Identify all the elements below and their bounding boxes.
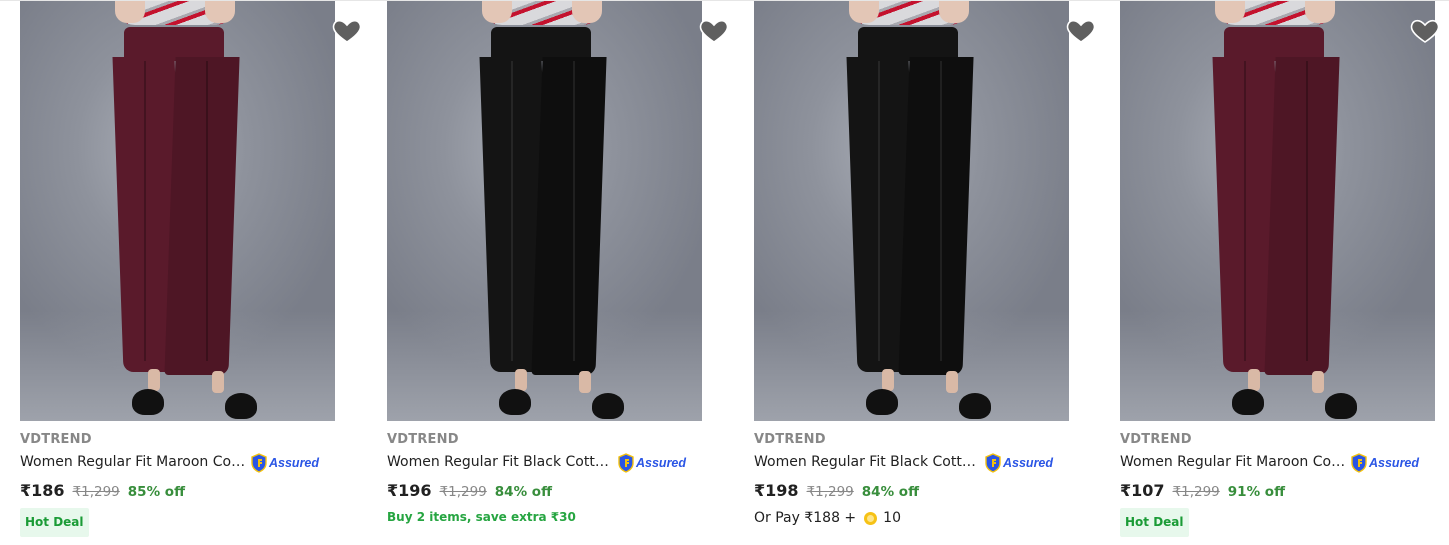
product-brand: VDTREND	[387, 432, 459, 447]
product-image[interactable]	[20, 1, 335, 421]
hot-deal-badge: Hot Deal	[1120, 508, 1189, 537]
shield-icon	[1351, 453, 1367, 473]
product-title[interactable]: Women Regular Fit Black Cotton Blend Tro…	[754, 454, 980, 470]
assured-badge: Assured	[1350, 452, 1419, 474]
assured-badge: Assured	[984, 452, 1053, 474]
trousers-illustration	[1212, 27, 1348, 375]
assured-label: Assured	[636, 456, 687, 470]
product-title[interactable]: Women Regular Fit Maroon Cotton Blend Tr…	[20, 454, 246, 470]
selling-price: ₹186	[20, 481, 65, 500]
product-brand: VDTREND	[1120, 432, 1192, 447]
wishlist-heart-icon[interactable]	[698, 14, 730, 46]
discount-percent: 84% off	[861, 484, 920, 500]
product-title-row: Women Regular Fit Maroon Cotton Blend Tr…	[1120, 452, 1449, 474]
product-title[interactable]: Women Regular Fit Black Cotton Blend Tro…	[387, 454, 613, 470]
product-title-row: Women Regular Fit Maroon Cotton Blend Tr…	[20, 452, 360, 474]
price-row: ₹196 ₹1,299 84% off	[387, 481, 552, 501]
product-title-row: Women Regular Fit Black Cotton Blend Tro…	[754, 452, 1094, 474]
product-card[interactable]: VDTREND Women Regular Fit Maroon Cotton …	[20, 0, 363, 545]
trousers-illustration	[112, 27, 248, 375]
wishlist-heart-icon[interactable]	[1409, 14, 1441, 46]
supercoin-offer: Or Pay ₹188 + 10	[754, 508, 901, 528]
original-price: ₹1,299	[72, 484, 120, 500]
discount-percent: 91% off	[1227, 484, 1286, 500]
original-price: ₹1,299	[1172, 484, 1220, 500]
original-price: ₹1,299	[439, 484, 487, 500]
shield-icon	[251, 453, 267, 473]
assured-label: Assured	[1003, 456, 1054, 470]
product-title[interactable]: Women Regular Fit Maroon Cotton Blend Tr…	[1120, 454, 1346, 470]
assured-badge: Assured	[250, 452, 319, 474]
wishlist-heart-icon[interactable]	[1065, 14, 1097, 46]
wishlist-heart-icon[interactable]	[331, 14, 363, 46]
shield-icon	[618, 453, 634, 473]
trousers-illustration	[479, 27, 615, 375]
supercoin-count: 10	[883, 510, 901, 526]
trousers-illustration	[846, 27, 982, 375]
product-card[interactable]: VDTREND Women Regular Fit Maroon Cotton …	[1120, 0, 1449, 545]
product-title-row: Women Regular Fit Black Cotton Blend Tro…	[387, 452, 727, 474]
selling-price: ₹196	[387, 481, 432, 500]
product-grid: VDTREND Women Regular Fit Maroon Cotton …	[0, 0, 1449, 545]
bundle-offer-text: Buy 2 items, save extra ₹30	[387, 510, 576, 524]
price-row: ₹198 ₹1,299 84% off	[754, 481, 919, 501]
discount-percent: 84% off	[494, 484, 553, 500]
product-brand: VDTREND	[754, 432, 826, 447]
product-card[interactable]: VDTREND Women Regular Fit Black Cotton B…	[754, 0, 1097, 545]
product-image[interactable]	[754, 1, 1069, 421]
assured-badge: Assured	[617, 452, 686, 474]
product-card[interactable]: VDTREND Women Regular Fit Black Cotton B…	[387, 0, 730, 545]
supercoin-icon	[864, 511, 878, 525]
shield-icon	[985, 453, 1001, 473]
price-row: ₹186 ₹1,299 85% off	[20, 481, 185, 501]
product-image[interactable]	[1120, 1, 1435, 421]
assured-label: Assured	[269, 456, 320, 470]
product-image[interactable]	[387, 1, 702, 421]
discount-percent: 85% off	[127, 484, 186, 500]
price-row: ₹107 ₹1,299 91% off	[1120, 481, 1285, 501]
original-price: ₹1,299	[806, 484, 854, 500]
selling-price: ₹198	[754, 481, 799, 500]
selling-price: ₹107	[1120, 481, 1165, 500]
product-brand: VDTREND	[20, 432, 92, 447]
hot-deal-badge: Hot Deal	[20, 508, 89, 537]
assured-label: Assured	[1369, 456, 1420, 470]
orpay-label: Or Pay ₹188 +	[754, 510, 857, 526]
